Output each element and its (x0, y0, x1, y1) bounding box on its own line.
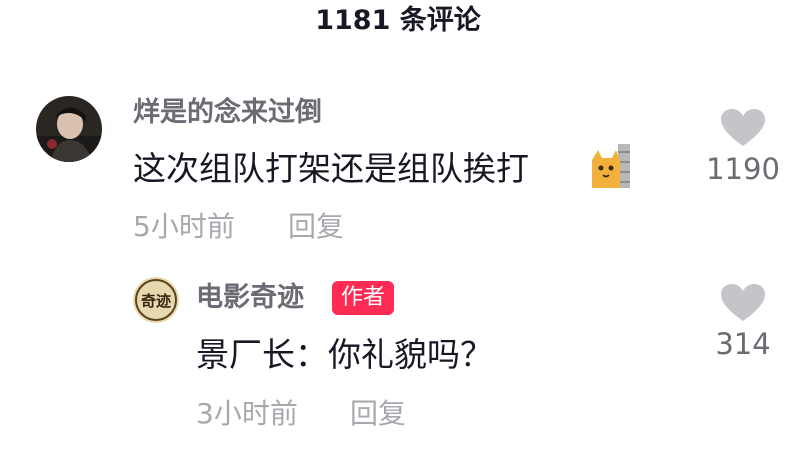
reply-time: 3小时前 (196, 397, 298, 430)
cat-peek-icon (590, 144, 632, 188)
heart-icon (721, 109, 765, 146)
reply-button[interactable]: 回复 (350, 396, 406, 432)
like-button[interactable] (720, 108, 766, 152)
comment-username[interactable]: 烊是的念来过倒 (133, 96, 322, 130)
like-count: 1190 (706, 152, 780, 186)
author-avatar[interactable]: 奇迹 (133, 277, 179, 323)
reply-username[interactable]: 电影奇迹 (196, 281, 304, 315)
like-count: 314 (715, 327, 771, 361)
author-avatar-image: 奇迹 (133, 277, 179, 323)
author-avatar-label: 奇迹 (141, 292, 171, 310)
comments-count-title: 1181 条评论 (315, 5, 481, 36)
comment-time: 5小时前 (133, 210, 235, 243)
comment-text: 这次组队打架还是组队挨打 (133, 149, 529, 188)
reply-text: 景厂长：你礼貌吗？ (196, 335, 493, 374)
avatar[interactable] (36, 96, 102, 162)
heart-icon (721, 284, 765, 321)
like-button[interactable] (720, 283, 766, 327)
reply-button[interactable]: 回复 (288, 209, 344, 245)
author-badge: 作者 (332, 281, 395, 315)
user-avatar-image (36, 96, 102, 162)
